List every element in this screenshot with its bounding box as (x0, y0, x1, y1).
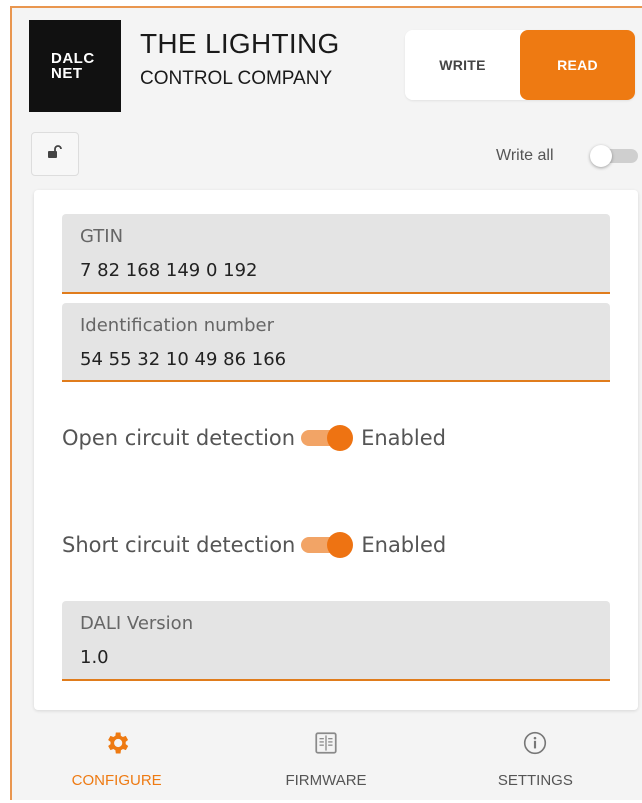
short-circuit-toggle[interactable] (301, 532, 354, 558)
lock-button[interactable] (31, 132, 79, 176)
gear-icon (102, 728, 132, 758)
info-icon (520, 728, 550, 758)
short-circuit-state: Enabled (361, 533, 447, 557)
short-circuit-label: Short circuit detection (62, 533, 296, 557)
company-name: THE LIGHTING CONTROL COMPANY (140, 28, 340, 92)
short-circuit-row: Short circuit detection Enabled (62, 532, 446, 558)
gtin-field[interactable]: GTIN 7 82 168 149 0 192 (62, 214, 610, 294)
open-circuit-label: Open circuit detection (62, 426, 296, 450)
identification-number-field[interactable]: Identification number 54 55 32 10 49 86 … (62, 303, 610, 382)
write-all-label: Write all (496, 147, 554, 164)
open-circuit-state: Enabled (361, 426, 446, 450)
company-line2: CONTROL COMPANY (140, 68, 333, 89)
mode-toggle: WRITE READ (405, 30, 635, 100)
open-circuit-row: Open circuit detection Enabled (62, 425, 446, 451)
dali-version-field[interactable]: DALI Version 1.0 (62, 601, 610, 681)
identification-number-label: Identification number (80, 315, 274, 336)
unlock-icon (47, 144, 63, 164)
read-button[interactable]: READ (520, 30, 635, 100)
dali-version-label: DALI Version (80, 613, 194, 634)
short-circuit-toggle-thumb (327, 532, 354, 558)
firmware-icon (311, 728, 341, 758)
company-line1: THE LIGHTING (140, 28, 340, 59)
nav-settings[interactable]: SETTINGS (431, 720, 640, 800)
identification-number-value: 54 55 32 10 49 86 166 (80, 349, 287, 370)
logo-line1: DALC (51, 50, 95, 67)
gtin-label: GTIN (80, 226, 124, 247)
bottom-navigation: CONFIGURE FIRMWARE SETTINGS (12, 720, 640, 800)
nav-settings-label: SETTINGS (497, 772, 573, 789)
device-info-card: GTIN 7 82 168 149 0 192 Identification n… (34, 190, 638, 710)
nav-firmware-label: FIRMWARE (285, 772, 367, 789)
gtin-value: 7 82 168 149 0 192 (80, 260, 258, 281)
logo-line2: NET (51, 65, 83, 82)
open-circuit-toggle-thumb (327, 425, 354, 451)
open-circuit-toggle[interactable] (301, 425, 354, 451)
write-button[interactable]: WRITE (405, 30, 520, 100)
nav-configure[interactable]: CONFIGURE (12, 720, 221, 800)
dalcnet-logo: DALC NET (29, 20, 121, 112)
write-all-toggle-thumb (590, 145, 612, 167)
write-all-toggle[interactable] (590, 145, 638, 167)
dali-version-value: 1.0 (80, 647, 109, 668)
nav-firmware[interactable]: FIRMWARE (221, 720, 430, 800)
nav-configure-label: CONFIGURE (71, 772, 162, 789)
